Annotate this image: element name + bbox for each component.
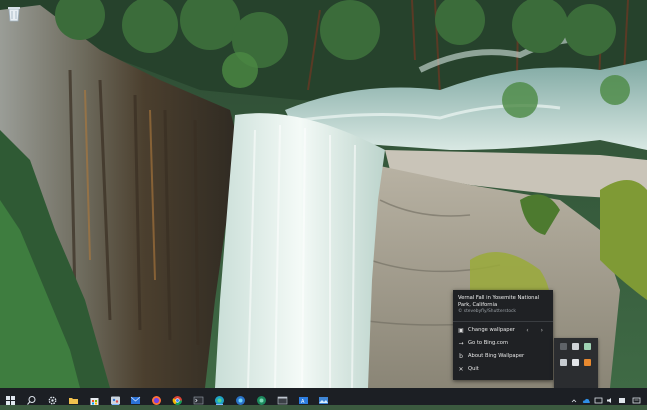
monitor-icon[interactable]: [594, 391, 603, 404]
speaker-icon[interactable]: [606, 391, 615, 403]
menu-item-about[interactable]: b About Bing Wallpaper: [453, 350, 553, 363]
search-icon[interactable]: [26, 391, 37, 405]
svg-text:A: A: [301, 399, 305, 405]
menu-item-go-to-bing[interactable]: → Go to Bing.com: [453, 337, 553, 350]
prev-next-arrows[interactable]: ‹ ›: [526, 327, 548, 335]
terminal-icon[interactable]: [193, 391, 204, 405]
bing-icon: b: [459, 352, 463, 360]
menu-item-label: Change wallpaper: [468, 327, 515, 334]
menu-item-label: About Bing Wallpaper: [468, 353, 525, 360]
chrome-icon[interactable]: [172, 391, 183, 406]
edge-dev-icon[interactable]: [256, 391, 267, 405]
menu-divider: [453, 321, 553, 322]
menu-item-quit[interactable]: ✕ Quit: [453, 363, 553, 376]
menu-item-label: Quit: [468, 366, 479, 373]
settings-icon[interactable]: [47, 391, 58, 405]
file-explorer-icon[interactable]: [68, 391, 79, 404]
menu-item-label: Go to Bing.com: [468, 340, 509, 347]
network-icon[interactable]: [618, 391, 627, 403]
tray-overflow-flyout: [554, 338, 598, 388]
edge-icon[interactable]: [214, 391, 225, 405]
edge-beta-icon[interactable]: [235, 391, 246, 405]
tray-app-icon[interactable]: [584, 359, 591, 366]
remote-desktop-icon[interactable]: A: [298, 391, 309, 405]
paint-icon[interactable]: [110, 391, 121, 405]
bing-wallpaper-menu: Vernal Fall in Yosemite National Park, C…: [453, 290, 553, 380]
cloud-icon[interactable]: [582, 391, 591, 403]
notification-icon[interactable]: [632, 391, 641, 404]
tray-app-icon[interactable]: [560, 343, 567, 350]
window-icon[interactable]: [277, 391, 288, 405]
start-icon[interactable]: [5, 391, 16, 405]
firefox-icon[interactable]: [151, 391, 162, 405]
tray-app-icon[interactable]: [584, 343, 591, 350]
tray-app-icon[interactable]: [572, 343, 579, 350]
close-icon: ✕: [458, 365, 464, 373]
chevron-up-icon[interactable]: [571, 391, 577, 403]
recycle-bin-icon[interactable]: [4, 3, 24, 23]
picture-icon: ▣: [458, 326, 464, 334]
tray-app-icon[interactable]: [572, 359, 579, 366]
taskbar: A: [0, 388, 647, 406]
mail-icon[interactable]: [130, 391, 141, 404]
arrow-icon: →: [458, 339, 464, 347]
store-icon[interactable]: [89, 391, 100, 405]
bing-wallpaper-icon[interactable]: [318, 391, 329, 404]
tray-app-icon[interactable]: [560, 359, 567, 366]
wallpaper-credit: © stevebyfly/Shutterstock: [458, 309, 516, 314]
menu-item-change-wallpaper[interactable]: ▣ Change wallpaper ‹ ›: [453, 324, 553, 337]
wallpaper-caption[interactable]: Vernal Fall in Yosemite National Park, C…: [458, 295, 548, 315]
wallpaper-title: Vernal Fall in Yosemite National Park, C…: [458, 295, 540, 308]
